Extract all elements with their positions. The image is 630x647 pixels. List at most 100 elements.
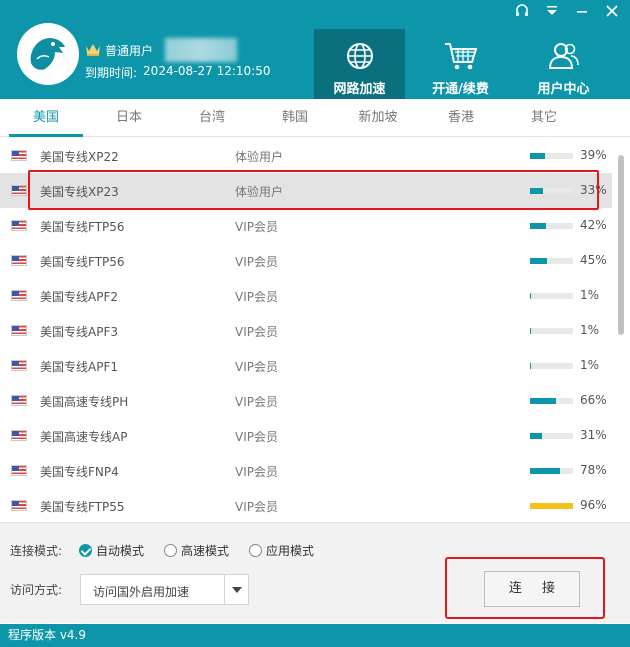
server-type: VIP会员 [235, 255, 278, 269]
server-row[interactable]: 美国专线APF1 VIP会员 1% [0, 348, 612, 383]
us-flag-icon [11, 220, 27, 231]
tab-taiwan[interactable]: 台湾 [175, 99, 249, 137]
load-bar [530, 188, 573, 194]
server-row[interactable]: 美国高速专线AP VIP会员 31% [0, 418, 612, 453]
headset-icon[interactable] [514, 3, 530, 19]
tab-usa[interactable]: 美国 [9, 99, 83, 137]
load-bar-fill [530, 503, 573, 509]
server-type: VIP会员 [235, 465, 278, 479]
server-row[interactable]: 美国专线XP22 体验用户 39% [0, 138, 612, 173]
header-bar: 普通用户 到期时间: 2024-08-27 12:10:50 网路加速 开通/续… [0, 0, 630, 99]
users-icon [547, 37, 581, 75]
radio-unchecked-icon [164, 544, 177, 557]
tab-korea[interactable]: 韩国 [258, 99, 332, 137]
server-name: 美国专线APF3 [40, 325, 118, 339]
load-bar [530, 363, 573, 369]
tab-singapore[interactable]: 新加坡 [341, 99, 415, 137]
load-bar [530, 398, 573, 404]
load-percent: 96% [580, 498, 607, 512]
server-type: VIP会员 [235, 500, 278, 514]
us-flag-icon [11, 290, 27, 301]
server-name: 美国专线FNP4 [40, 465, 119, 479]
nav-label: 网路加速 [333, 82, 386, 97]
window-controls [514, 3, 620, 19]
avatar[interactable] [17, 23, 79, 85]
load-percent: 1% [580, 288, 600, 302]
nav-label: 用户中心 [537, 82, 590, 97]
server-name: 美国专线XP23 [40, 185, 119, 199]
server-row[interactable]: 美国专线FTP56 VIP会员 45% [0, 243, 612, 278]
server-row[interactable]: 美国专线FNP4 VIP会员 78% [0, 453, 612, 488]
server-row[interactable]: 美国专线APF2 VIP会员 1% [0, 278, 612, 313]
status-bar: 程序版本 v4.9 [0, 624, 630, 647]
radio-auto-mode[interactable]: 自动模式 [79, 542, 144, 559]
server-type: VIP会员 [235, 290, 278, 304]
server-type: 体验用户 [235, 150, 284, 164]
us-flag-icon [11, 185, 27, 196]
close-icon[interactable] [604, 3, 620, 19]
load-bar [530, 153, 573, 159]
tab-other[interactable]: 其它 [507, 99, 581, 137]
active-tab-indicator [9, 134, 83, 137]
region-tabs: 美国 日本 台湾 韩国 新加坡 香港 其它 [0, 99, 630, 137]
nav-label: 开通/续费 [432, 82, 489, 97]
radio-label: 自动模式 [96, 544, 145, 558]
load-percent: 42% [580, 218, 607, 232]
server-name: 美国专线FTP56 [40, 220, 125, 234]
radio-fast-mode[interactable]: 高速模式 [164, 542, 229, 559]
tab-japan[interactable]: 日本 [92, 99, 166, 137]
server-row[interactable]: 美国专线FTP55 VIP会员 96% [0, 488, 612, 521]
radio-app-mode[interactable]: 应用模式 [249, 542, 314, 559]
access-method-select[interactable]: 访问国外启用加速 [80, 574, 249, 605]
scrollbar-thumb[interactable] [618, 155, 624, 335]
us-flag-icon [11, 395, 27, 406]
load-percent: 33% [580, 183, 607, 197]
nav-network-accel[interactable]: 网路加速 [314, 29, 405, 99]
load-bar [530, 433, 573, 439]
version-text: 程序版本 v4.9 [8, 628, 87, 642]
mode-label: 连接模式: [10, 544, 63, 558]
load-bar-fill [530, 433, 542, 439]
load-bar [530, 258, 573, 264]
load-percent: 1% [580, 323, 600, 337]
server-name: 美国高速专线PH [40, 395, 129, 409]
server-name: 美国专线APF1 [40, 360, 118, 374]
load-bar-fill [530, 223, 547, 229]
radio-label: 高速模式 [181, 544, 230, 558]
server-type: VIP会员 [235, 325, 278, 339]
server-row[interactable]: 美国专线XP23 体验用户 33% [0, 173, 612, 208]
server-name: 美国高速专线AP [40, 430, 128, 444]
load-bar-fill [530, 153, 546, 159]
radio-unchecked-icon [249, 544, 262, 557]
expire-value: 2024-08-27 12:10:50 [143, 64, 271, 78]
menu-dropdown-icon[interactable] [544, 3, 560, 19]
chevron-down-icon[interactable] [224, 575, 248, 604]
server-row[interactable]: 美国专线APF3 VIP会员 1% [0, 313, 612, 348]
minimize-icon[interactable] [574, 3, 590, 19]
server-name: 美国专线FTP56 [40, 255, 125, 269]
server-row[interactable]: 美国高速专线PH VIP会员 66% [0, 383, 612, 418]
load-bar [530, 223, 573, 229]
load-percent: 39% [580, 148, 607, 162]
load-percent: 66% [580, 393, 607, 407]
us-flag-icon [11, 500, 27, 511]
nav-user-center[interactable]: 用户中心 [518, 29, 609, 99]
server-type: VIP会员 [235, 360, 278, 374]
nav-renew[interactable]: 开通/续费 [415, 29, 506, 99]
access-label: 访问方式: [10, 583, 63, 597]
us-flag-icon [11, 255, 27, 266]
server-name: 美国专线XP22 [40, 150, 119, 164]
server-type: VIP会员 [235, 220, 278, 234]
us-flag-icon [11, 430, 27, 441]
server-type: VIP会员 [235, 430, 278, 444]
load-bar-fill [530, 398, 556, 404]
load-bar [530, 293, 573, 299]
load-bar-fill [530, 258, 548, 264]
connect-button[interactable]: 连 接 [484, 571, 580, 607]
tab-hongkong[interactable]: 香港 [424, 99, 498, 137]
server-row[interactable]: 美国专线FTP56 VIP会员 42% [0, 208, 612, 243]
crown-icon [85, 42, 101, 59]
load-percent: 78% [580, 463, 607, 477]
load-percent: 31% [580, 428, 607, 442]
load-percent: 1% [580, 358, 600, 372]
